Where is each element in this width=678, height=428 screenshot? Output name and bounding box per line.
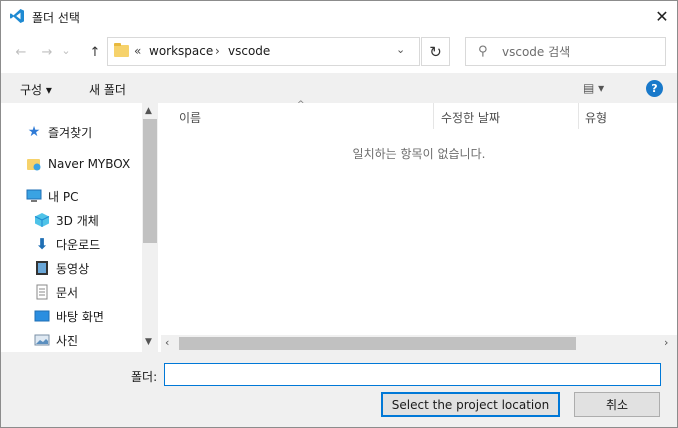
sidebar-item-3d-objects[interactable]: 3D 개체 <box>34 210 99 230</box>
navigation-pane: ★ 즐겨찾기 Naver MYBOX 내 PC 3D 개체 ⬇ 다운로드 동영상… <box>1 103 158 352</box>
document-icon <box>34 284 50 300</box>
computer-icon <box>26 188 42 204</box>
sidebar-item-label: 다운로드 <box>56 237 101 252</box>
sidebar-item-naver-mybox[interactable]: Naver MYBOX <box>26 154 130 174</box>
scroll-down-icon[interactable]: ▼ <box>145 337 152 347</box>
column-header-date-modified[interactable]: 수정한 날짜 <box>441 109 500 126</box>
breadcrumb-workspace[interactable]: workspace <box>149 44 213 58</box>
video-icon <box>34 260 50 276</box>
forward-button[interactable]: → <box>38 43 56 61</box>
sidebar-item-quick-access[interactable]: ★ 즐겨찾기 <box>26 122 92 142</box>
sidebar-item-label: Naver MYBOX <box>48 157 131 171</box>
search-input[interactable] <box>502 43 657 61</box>
close-icon: ✕ <box>655 7 669 26</box>
file-list-horizontal-scrollbar[interactable]: ‹ › <box>161 335 677 352</box>
download-icon: ⬇ <box>35 235 49 253</box>
scrollbar-thumb[interactable] <box>179 337 576 350</box>
sidebar-item-pictures[interactable]: 사진 <box>34 330 78 350</box>
sidebar-item-desktop[interactable]: 바탕 화면 <box>34 306 104 326</box>
folder-name-input[interactable] <box>164 363 661 386</box>
sidebar-item-documents[interactable]: 문서 <box>34 282 78 302</box>
sidebar-item-label: 바탕 화면 <box>56 309 104 324</box>
recent-locations-button[interactable]: ⌄ <box>60 41 72 59</box>
chevron-down-icon: ⌄ <box>61 43 71 57</box>
scroll-left-icon[interactable]: ‹ <box>165 336 169 349</box>
folder-icon <box>114 43 129 57</box>
view-options-button[interactable]: ▤ ▾ <box>583 81 604 95</box>
sidebar-item-label: 문서 <box>56 285 79 300</box>
empty-folder-message: 일치하는 항목이 없습니다. <box>352 147 486 161</box>
column-header-name[interactable]: 이름 <box>179 109 201 126</box>
back-button[interactable]: ← <box>12 43 30 61</box>
star-icon: ★ <box>27 124 41 140</box>
sidebar-item-videos[interactable]: 동영상 <box>34 258 89 278</box>
sidebar-item-label: 내 PC <box>48 189 79 204</box>
title-bar: 폴더 선택 ✕ <box>1 1 677 32</box>
refresh-button[interactable]: ↻ <box>421 37 450 66</box>
sidebar-item-this-pc[interactable]: 내 PC <box>26 186 78 206</box>
folder-field-label: 폴더: <box>131 370 158 384</box>
search-icon: ⚲ <box>478 44 488 59</box>
desktop-icon <box>34 308 50 324</box>
help-icon: ? <box>651 82 658 95</box>
sidebar-item-label: 동영상 <box>56 261 90 276</box>
scrollbar-thumb[interactable] <box>143 119 157 243</box>
navigation-pane-scrollbar[interactable]: ▲ ▼ <box>142 103 158 352</box>
column-header-type[interactable]: 유형 <box>585 109 607 126</box>
help-button[interactable]: ? <box>646 80 663 97</box>
sidebar-item-label: 3D 개체 <box>56 213 99 228</box>
column-divider[interactable] <box>578 103 579 129</box>
breadcrumb-separator[interactable]: › <box>215 44 220 58</box>
cube-icon <box>34 212 50 228</box>
scroll-right-icon[interactable]: › <box>664 336 668 349</box>
select-project-location-button[interactable]: Select the project location <box>381 392 560 417</box>
cancel-button[interactable]: 취소 <box>574 392 660 417</box>
arrow-left-icon: ← <box>15 44 27 60</box>
sidebar-item-label: 즐겨찾기 <box>48 125 93 140</box>
chevron-down-icon[interactable]: ⌄ <box>396 43 405 56</box>
dialog-footer: 폴더: Select the project location 취소 <box>1 352 677 427</box>
sidebar-item-downloads[interactable]: ⬇ 다운로드 <box>34 234 100 254</box>
search-box[interactable]: ⚲ <box>465 37 666 66</box>
address-bar[interactable]: « workspace › vscode ⌄ <box>107 37 420 66</box>
sidebar-item-label: 사진 <box>56 333 79 348</box>
column-divider[interactable] <box>433 103 434 129</box>
file-list[interactable]: ^ 이름 수정한 날짜 유형 일치하는 항목이 없습니다. <box>161 100 677 335</box>
breadcrumb-overflow[interactable]: « <box>134 44 141 58</box>
arrow-right-icon: → <box>41 44 53 60</box>
new-folder-button[interactable]: 새 폴더 <box>89 81 126 98</box>
breadcrumb-vscode[interactable]: vscode <box>228 44 270 58</box>
vscode-icon <box>10 9 24 23</box>
sort-ascending-icon: ^ <box>297 100 305 110</box>
window-title: 폴더 선택 <box>32 11 80 25</box>
up-button[interactable]: ↑ <box>86 43 104 61</box>
close-button[interactable]: ✕ <box>647 1 677 32</box>
command-bar: 구성 ▾ 새 폴더 ▤ ▾ <box>1 73 677 103</box>
arrow-up-icon: ↑ <box>89 44 101 60</box>
organize-button[interactable]: 구성 ▾ <box>20 81 52 98</box>
folder-picker-dialog: 폴더 선택 ✕ ← → ⌄ ↑ « workspace › vscode ⌄ ↻… <box>0 0 678 428</box>
scroll-up-icon[interactable]: ▲ <box>145 106 152 116</box>
pictures-icon <box>34 332 50 348</box>
refresh-icon: ↻ <box>429 42 442 61</box>
cloud-folder-icon <box>26 156 42 172</box>
